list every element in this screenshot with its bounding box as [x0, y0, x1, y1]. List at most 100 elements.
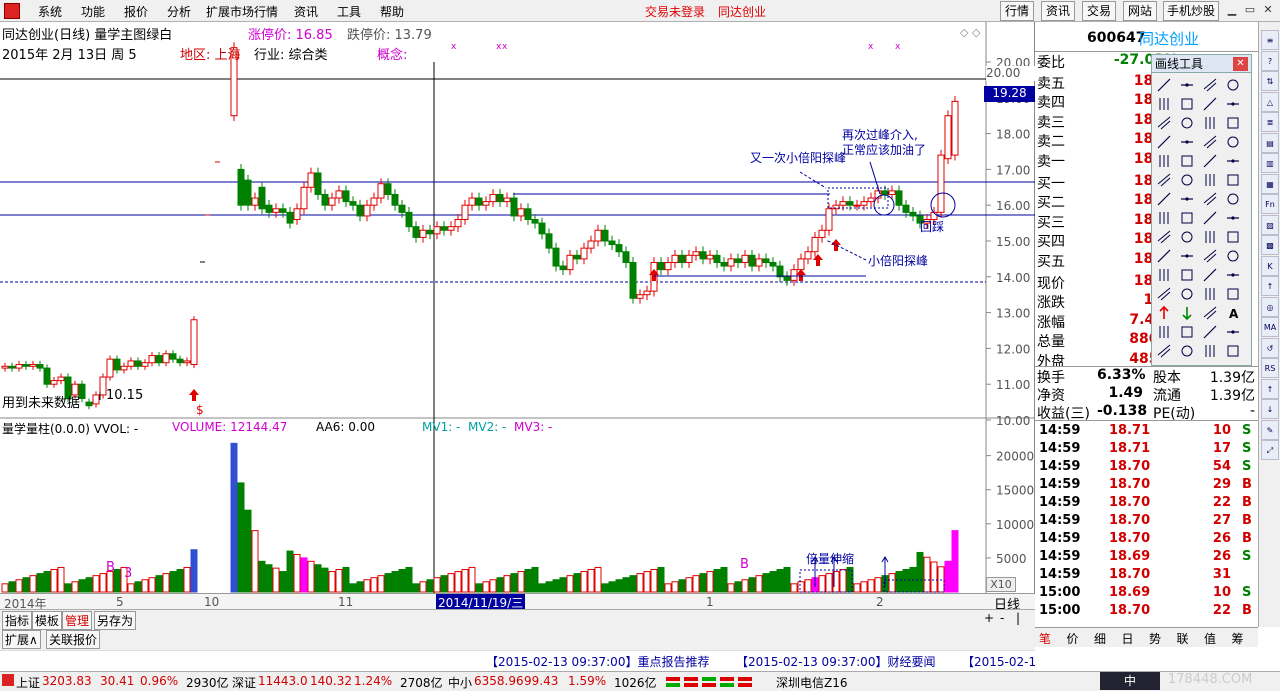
- tab-extend[interactable]: 扩展∧: [2, 630, 41, 649]
- draw-tool-icon[interactable]: [1157, 230, 1171, 244]
- zoom-in-button[interactable]: +: [984, 611, 994, 625]
- draw-tool-icon[interactable]: [1157, 135, 1171, 149]
- side-tool-icon[interactable]: Fn: [1261, 194, 1279, 214]
- side-tool-icon[interactable]: ▩: [1261, 235, 1279, 255]
- draw-tool-icon[interactable]: [1181, 117, 1193, 129]
- draw-tool-icon[interactable]: [1227, 193, 1239, 205]
- close-icon[interactable]: ✕: [1260, 2, 1276, 18]
- side-tool-icon[interactable]: ≣: [1261, 112, 1279, 132]
- draw-tool-icon[interactable]: [1181, 197, 1193, 201]
- draw-tool-icon[interactable]: [1227, 288, 1239, 300]
- toolbar-mobile-button[interactable]: 手机炒股: [1163, 1, 1219, 21]
- draw-tool-icon[interactable]: [1227, 330, 1239, 334]
- draw-tool-icon[interactable]: [1181, 345, 1193, 357]
- draw-tool-icon[interactable]: [1159, 305, 1169, 319]
- side-tool-icon[interactable]: ▥: [1261, 153, 1279, 173]
- draw-tool-icon[interactable]: [1205, 231, 1215, 243]
- menu-help[interactable]: 帮助: [380, 3, 404, 20]
- menu-quote[interactable]: 报价: [124, 3, 148, 20]
- sz-index[interactable]: 11443.0: [258, 674, 308, 688]
- draw-tool-icon[interactable]: [1181, 269, 1193, 281]
- menu-analysis[interactable]: 分析: [167, 3, 191, 20]
- sh-index[interactable]: 3203.83: [42, 674, 92, 688]
- draw-tool-icon[interactable]: [1203, 249, 1217, 263]
- draw-tool-icon[interactable]: [1157, 287, 1171, 301]
- draw-tool-icon[interactable]: [1203, 192, 1217, 206]
- draw-tool-icon[interactable]: [1181, 83, 1193, 87]
- draw-tool-icon[interactable]: [1203, 135, 1217, 149]
- draw-tool-icon[interactable]: [1203, 211, 1217, 225]
- right-tab-2[interactable]: 细: [1094, 630, 1106, 647]
- draw-tool-icon[interactable]: A: [1229, 307, 1239, 321]
- right-tab-6[interactable]: 值: [1204, 630, 1216, 647]
- close-icon[interactable]: ✕: [1233, 57, 1248, 71]
- draw-tool-icon[interactable]: [1227, 216, 1239, 220]
- side-tool-icon[interactable]: ?: [1261, 50, 1279, 71]
- draw-tools-panel[interactable]: 画线工具 ✕ A: [1151, 54, 1252, 366]
- draw-tool-icon[interactable]: [1157, 249, 1171, 263]
- draw-tool-icon[interactable]: [1203, 306, 1217, 320]
- side-tool-icon[interactable]: ↺: [1261, 337, 1279, 358]
- right-tab-3[interactable]: 日: [1122, 630, 1134, 647]
- draw-tool-icon[interactable]: [1205, 288, 1215, 300]
- ime-indicator[interactable]: 中: [1100, 672, 1160, 690]
- right-tab-1[interactable]: 价: [1067, 630, 1079, 647]
- draw-tool-icon[interactable]: [1159, 98, 1169, 110]
- menu-function[interactable]: 功能: [81, 3, 105, 20]
- side-tool-icon[interactable]: ↑: [1261, 378, 1279, 399]
- menu-news[interactable]: 资讯: [294, 3, 318, 20]
- draw-tool-icon[interactable]: [1157, 192, 1171, 206]
- tab-manage[interactable]: 管理: [62, 611, 93, 630]
- toolbar-quote-button[interactable]: 行情: [1000, 1, 1034, 21]
- right-tab-5[interactable]: 联: [1177, 630, 1189, 647]
- draw-tool-icon[interactable]: [1203, 268, 1217, 282]
- side-tool-icon[interactable]: RS: [1261, 358, 1279, 378]
- toolbar-website-button[interactable]: 网站: [1123, 1, 1157, 21]
- draw-tool-icon[interactable]: [1203, 97, 1217, 111]
- side-tool-icon[interactable]: ⇅: [1261, 71, 1279, 91]
- side-tool-icon[interactable]: ↑: [1261, 276, 1279, 296]
- kline-chart[interactable]: 20.0019.0018.0017.0016.0015.0014.0013.00…: [0, 22, 1035, 593]
- side-tool-icon[interactable]: ↓: [1261, 399, 1279, 419]
- right-tab-7[interactable]: 筹: [1232, 630, 1244, 647]
- draw-tool-icon[interactable]: [1181, 174, 1193, 186]
- news-item-2[interactable]: 【2015-02-13 09:37:00】财经要闻: [736, 653, 935, 670]
- minimize-icon[interactable]: ▁: [1224, 2, 1240, 18]
- draw-tool-icon[interactable]: [1181, 212, 1193, 224]
- draw-tool-icon[interactable]: [1205, 345, 1215, 357]
- draw-tool-icon[interactable]: [1227, 117, 1239, 129]
- draw-tool-icon[interactable]: [1181, 98, 1193, 110]
- side-tool-icon[interactable]: △: [1261, 91, 1279, 112]
- draw-tool-icon[interactable]: [1159, 326, 1169, 338]
- side-tool-icon[interactable]: ▨: [1261, 214, 1279, 235]
- draw-tool-icon[interactable]: [1227, 159, 1239, 163]
- draw-tool-icon[interactable]: [1205, 117, 1215, 129]
- draw-tool-icon[interactable]: [1159, 212, 1169, 224]
- side-tool-icon[interactable]: ▦: [1261, 173, 1279, 194]
- draw-tool-icon[interactable]: [1159, 155, 1169, 167]
- side-tool-icon[interactable]: K: [1261, 255, 1279, 276]
- draw-tool-icon[interactable]: [1227, 250, 1239, 262]
- right-tab-4[interactable]: 势: [1149, 630, 1161, 647]
- draw-tool-grid[interactable]: A: [1152, 75, 1251, 365]
- draw-tool-icon[interactable]: [1181, 155, 1193, 167]
- draw-tool-icon[interactable]: [1227, 345, 1239, 357]
- maximize-icon[interactable]: ▭: [1242, 2, 1258, 18]
- side-tool-icon[interactable]: ◎: [1261, 296, 1279, 317]
- side-tool-icon[interactable]: ▤: [1261, 132, 1279, 153]
- x10-button[interactable]: X10: [986, 577, 1016, 592]
- kline-chart-area[interactable]: 20.0019.0018.0017.0016.0015.0014.0013.00…: [0, 22, 1035, 613]
- news-item-3[interactable]: 【2015-02-13 09:36:00】大势分析: [962, 653, 1035, 670]
- draw-tool-icon[interactable]: [1181, 140, 1193, 144]
- draw-tool-icon[interactable]: [1157, 116, 1171, 130]
- toolbar-trade-button[interactable]: 交易: [1082, 1, 1116, 21]
- menu-ext-market[interactable]: 扩展市场行情: [206, 3, 278, 20]
- chart-diamond-icon[interactable]: ◇ ◇: [960, 26, 980, 39]
- side-tool-icon[interactable]: MA: [1261, 317, 1279, 337]
- draw-tool-icon[interactable]: [1181, 231, 1193, 243]
- draw-tool-icon[interactable]: [1157, 78, 1171, 92]
- draw-tool-icon[interactable]: [1181, 326, 1193, 338]
- draw-tool-icon[interactable]: [1203, 78, 1217, 92]
- draw-tool-icon[interactable]: [1227, 174, 1239, 186]
- zoom-out-button[interactable]: -: [1000, 611, 1004, 625]
